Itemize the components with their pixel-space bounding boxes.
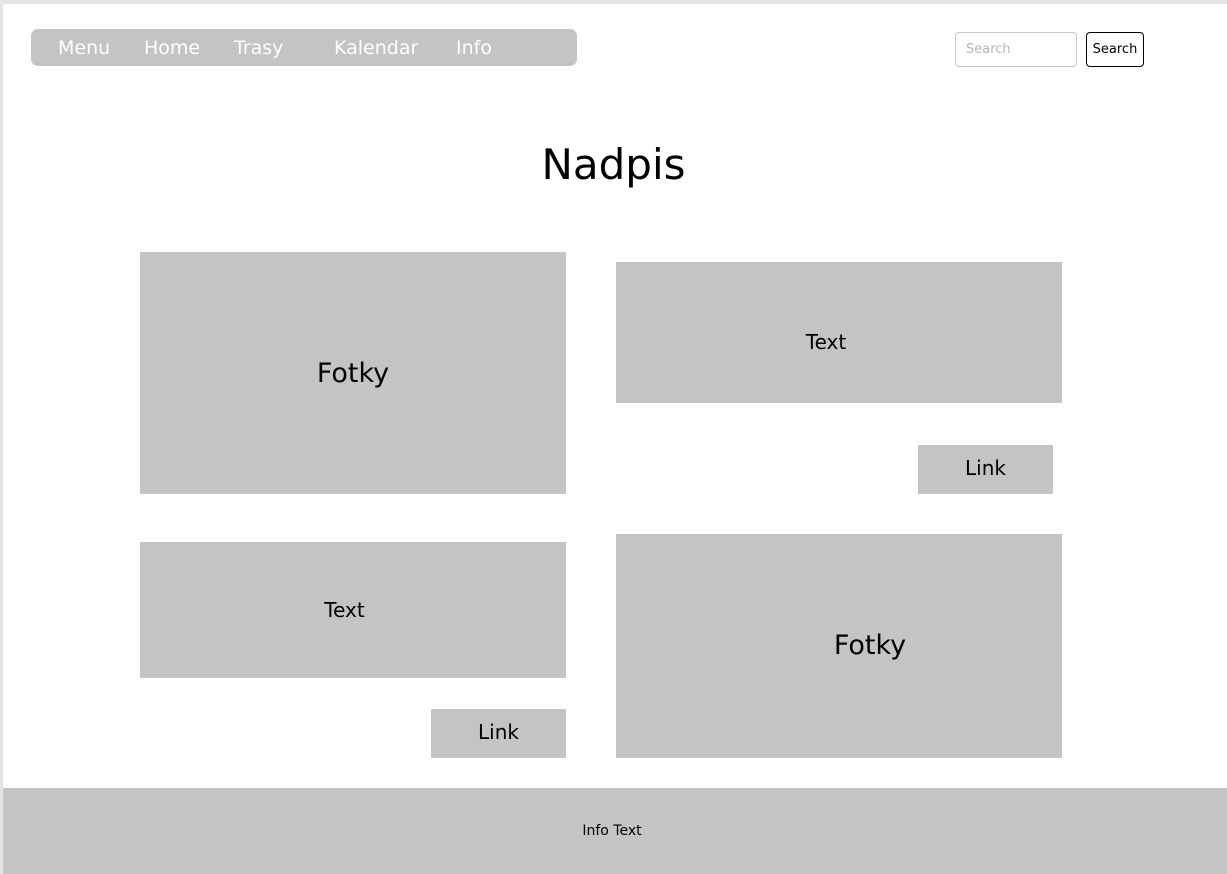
photo-block-2-label: Fotky — [833, 629, 907, 661]
link-button-1[interactable]: Link — [918, 445, 1053, 494]
link-button-2-label: Link — [478, 719, 519, 744]
nav-item-info[interactable]: Info — [456, 29, 492, 66]
link-button-2[interactable]: Link — [431, 709, 566, 758]
page-title: Nadpis — [541, 140, 686, 189]
text-block-1: Text — [616, 262, 1062, 403]
navigation-bar: Menu Home Trasy Kalendar Info — [31, 29, 577, 66]
search-input[interactable] — [955, 32, 1077, 67]
footer: Info Text — [3, 788, 1227, 874]
photo-block-2: Fotky — [616, 534, 1062, 758]
nav-item-menu[interactable]: Menu — [58, 29, 110, 66]
text-block-1-label: Text — [805, 329, 847, 354]
nav-item-kalendar[interactable]: Kalendar — [334, 29, 418, 66]
text-block-2-label: Text — [324, 598, 365, 622]
footer-info-text: Info Text — [582, 823, 642, 839]
search-button[interactable]: Search — [1086, 32, 1144, 67]
left-border — [0, 0, 3, 874]
nav-item-home[interactable]: Home — [144, 29, 200, 66]
photo-block-1-label: Fotky — [316, 357, 390, 389]
top-border — [0, 0, 1227, 4]
photo-block-1: Fotky — [140, 252, 566, 494]
nav-item-trasy[interactable]: Trasy — [234, 29, 283, 66]
text-block-2: Text — [140, 542, 566, 678]
link-button-1-label: Link — [965, 455, 1006, 480]
